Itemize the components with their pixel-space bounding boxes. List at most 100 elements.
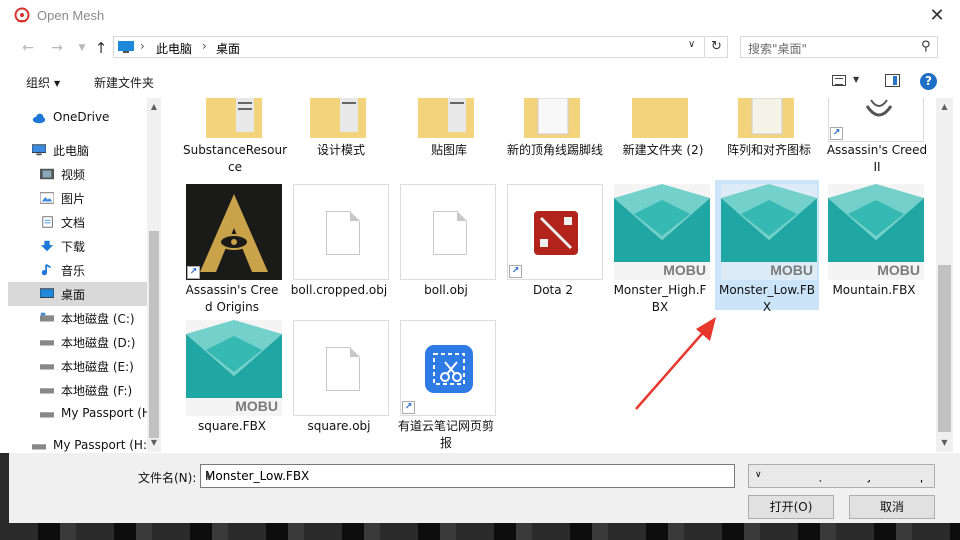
search-placeholder: 搜索"桌面": [748, 42, 808, 56]
sidebar-item-onedrive[interactable]: OneDrive: [8, 106, 148, 130]
file-item[interactable]: ↗ Assassin's Creed Origins: [180, 180, 284, 314]
pictures-icon: [40, 192, 54, 204]
annotation-arrow-icon: [635, 317, 716, 410]
file-item[interactable]: boll.obj: [394, 180, 498, 310]
up-arrow-icon[interactable]: ↑: [90, 37, 112, 59]
dota-2-logo-icon: [534, 211, 578, 255]
shortcut-arrow-icon: ↗: [830, 127, 843, 140]
sidebar-item-drive-d[interactable]: 本地磁盘 (D:): [8, 330, 148, 354]
mobu-text: MOBU: [663, 262, 706, 278]
refresh-icon[interactable]: ↻: [706, 36, 728, 58]
file-item[interactable]: MOBU square.FBX: [180, 316, 284, 446]
file-item[interactable]: MOBU Monster_High.FBX: [608, 180, 712, 314]
new-folder-button[interactable]: 新建文件夹: [94, 74, 154, 91]
close-button[interactable]: ✕: [922, 2, 952, 30]
sidebar-item-label: 本地磁盘 (D:): [61, 336, 136, 350]
sidebar-item-my-passport-root[interactable]: My Passport (H:: [8, 434, 148, 452]
sidebar-item-my-passport[interactable]: My Passport (H: [8, 402, 151, 426]
file-type-select[interactable]: Mesh Files (*.x *.obj *.3ds *.p ∨: [748, 464, 935, 488]
folder-item[interactable]: 阵列和对齐图标: [716, 98, 820, 178]
folder-label: 新的顶角线踢脚线: [506, 143, 603, 157]
file-item[interactable]: ↗ 有道云笔记网页剪报: [394, 316, 498, 450]
change-view-icon[interactable]: [832, 75, 846, 86]
thumbnail-frame: MOBU: [614, 184, 710, 280]
sidebar-item-pictures[interactable]: 图片: [8, 186, 148, 210]
file-item[interactable]: square.obj: [287, 316, 391, 446]
thumbnail-frame: MOBU: [721, 184, 817, 280]
assassins-creed-logo-icon: [865, 99, 893, 117]
file-list-scrollbar[interactable]: ▲ ▼: [936, 98, 953, 452]
sidebar-item-drive-c[interactable]: 本地磁盘 (C:): [8, 306, 148, 330]
organize-menu[interactable]: 组织 ▼: [26, 74, 60, 91]
sidebar-item-desktop[interactable]: 桌面: [8, 282, 148, 306]
address-dropdown-chevron-icon[interactable]: ∨: [688, 39, 695, 50]
folder-icon: [418, 98, 474, 138]
folder-item[interactable]: 贴图库: [396, 98, 500, 178]
scroll-down-arrow-icon[interactable]: ▼: [147, 438, 161, 447]
scroll-up-arrow-icon[interactable]: ▲: [936, 102, 953, 111]
filename-input[interactable]: Monster_Low.FBX ∨: [200, 464, 735, 488]
drive-icon: [40, 340, 54, 346]
mobu-text: MOBU: [770, 262, 813, 278]
file-item-selected[interactable]: MOBU Monster_Low.FBX: [715, 180, 819, 314]
sidebar-item-videos[interactable]: 视频: [8, 162, 148, 186]
folder-item[interactable]: SubstanceResource: [182, 98, 287, 178]
mobu-text: MOBU: [877, 262, 920, 278]
open-mesh-dialog: Open Mesh ✕ ← → ▼ ↑ › 此电脑 › 桌面 ∨ ↻ 搜索"桌面…: [0, 0, 960, 523]
sidebar-item-label: 下载: [61, 240, 86, 254]
help-icon[interactable]: ?: [920, 73, 937, 90]
chevron-down-icon: ∨: [752, 470, 929, 480]
organize-label: 组织: [26, 76, 51, 90]
search-input[interactable]: 搜索"桌面" ⚲: [740, 36, 938, 58]
navigation-pane: OneDrive 此电脑 视频 图片 文档 下载 音乐 桌面 本地磁盘 (C:)…: [8, 98, 162, 452]
folder-item[interactable]: 新的顶角线踢脚线: [502, 98, 606, 178]
youdao-clipper-icon: [425, 345, 473, 393]
scroll-down-arrow-icon[interactable]: ▼: [936, 438, 953, 447]
scrollbar-thumb[interactable]: [149, 231, 159, 438]
game-shortcut-item[interactable]: ↗ Assassin's Creed II: [824, 98, 928, 178]
document-icon: [326, 211, 360, 255]
thumbnail-frame: MOBU: [828, 184, 924, 280]
file-item[interactable]: ↗ Dota 2: [501, 180, 605, 310]
open-button[interactable]: 打开(O): [748, 495, 834, 519]
sidebar-item-this-pc[interactable]: 此电脑: [8, 138, 148, 162]
breadcrumb-chevron-icon: ›: [140, 39, 145, 53]
documents-icon: [42, 216, 53, 228]
file-label: Assassin's Creed Origins: [185, 283, 279, 314]
search-icon[interactable]: ⚲: [921, 39, 931, 54]
scrollbar-thumb[interactable]: [938, 265, 951, 432]
cancel-button[interactable]: 取消: [849, 495, 935, 519]
drive-icon: [40, 364, 54, 370]
chevron-down-icon[interactable]: ∨: [205, 469, 728, 483]
breadcrumb-chevron-icon: ›: [202, 39, 207, 53]
sidebar-item-downloads[interactable]: 下载: [8, 234, 148, 258]
forward-arrow-icon[interactable]: →: [46, 37, 68, 59]
address-bar[interactable]: › 此电脑 › 桌面 ∨: [113, 36, 705, 58]
download-icon: [40, 240, 54, 252]
breadcrumb-desktop[interactable]: 桌面: [216, 40, 240, 57]
sidebar-item-drive-f[interactable]: 本地磁盘 (F:): [8, 378, 148, 402]
assassins-creed-logo-icon: [186, 184, 282, 280]
back-arrow-icon[interactable]: ←: [17, 37, 39, 59]
music-icon: [41, 264, 51, 276]
document-icon: [433, 211, 467, 255]
motionbuilder-thumbnail: MOBU: [828, 184, 924, 280]
sidebar-item-documents[interactable]: 文档: [8, 210, 148, 234]
navigation-scrollbar[interactable]: ▲ ▼: [147, 98, 161, 452]
sidebar-item-drive-e[interactable]: 本地磁盘 (E:): [8, 354, 148, 378]
scroll-up-arrow-icon[interactable]: ▲: [147, 102, 161, 111]
sidebar-item-music[interactable]: 音乐: [8, 258, 148, 282]
folder-label: Assassin's Creed II: [826, 143, 928, 174]
file-item[interactable]: MOBU Mountain.FBX: [822, 180, 926, 310]
file-label: Dota 2: [532, 283, 574, 297]
folder-item[interactable]: 新建文件夹 (2): [610, 98, 714, 178]
folder-icon: [738, 98, 794, 138]
file-item[interactable]: boll.cropped.obj: [287, 180, 391, 310]
breadcrumb-this-pc[interactable]: 此电脑: [156, 40, 192, 57]
sidebar-item-label: My Passport (H: [61, 406, 151, 420]
sidebar-item-label: 图片: [61, 192, 86, 206]
folder-item[interactable]: 设计模式: [288, 98, 392, 178]
view-options-caret-icon[interactable]: ▼: [853, 75, 859, 84]
shortcut-arrow-icon: ↗: [509, 265, 522, 278]
preview-pane-icon[interactable]: [885, 74, 900, 87]
